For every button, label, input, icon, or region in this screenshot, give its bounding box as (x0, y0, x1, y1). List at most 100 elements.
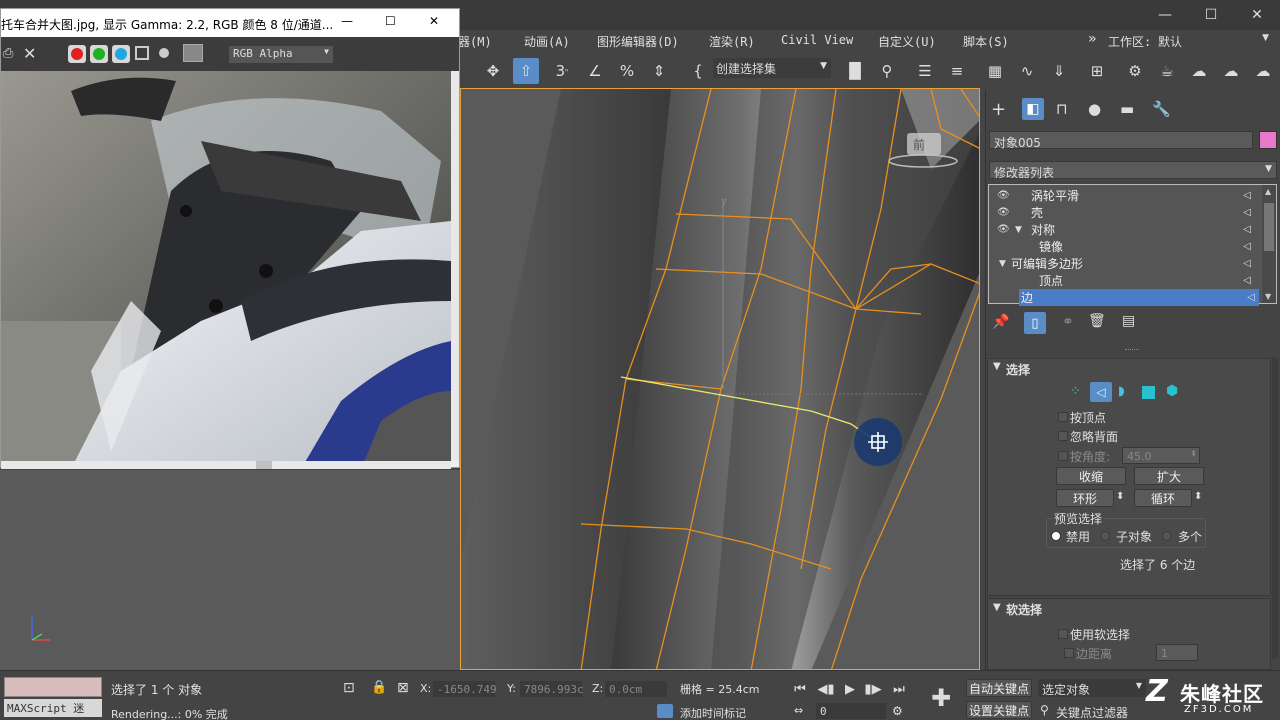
snaps-toggle-icon[interactable]: 3ⁿ (549, 58, 575, 84)
go-to-end-icon[interactable]: ⏭ (889, 680, 909, 698)
rendered-frame-icon[interactable]: ☁ (1186, 58, 1212, 84)
go-to-start-icon[interactable]: ⏮ (790, 680, 810, 698)
use-soft-selection-checkbox[interactable] (1058, 629, 1068, 639)
panel-splitter[interactable] (1125, 349, 1139, 351)
horizontal-scrollbar[interactable] (1, 461, 451, 469)
add-time-tag-label[interactable]: 添加时间标记 (680, 705, 746, 720)
ring-spinner-icon[interactable]: ⬍ (1116, 491, 1124, 502)
menu-scripting[interactable]: 脚本(S) (963, 33, 1009, 50)
set-key-button[interactable]: 设置关键点 (966, 701, 1032, 719)
move-icon[interactable]: ✥ (480, 58, 506, 84)
percent-snap-icon[interactable]: % (614, 58, 640, 84)
mirror-icon[interactable]: ▐▌ (842, 58, 868, 84)
viewport-perspective[interactable]: y 前 (460, 88, 980, 670)
motion-tab-icon[interactable]: ● (1088, 100, 1101, 118)
selection-rollout-title[interactable]: 选择 (1006, 361, 1030, 378)
ring-button[interactable]: 环形 (1056, 489, 1114, 507)
z-coord-field[interactable]: 0.0cm (605, 681, 667, 697)
remove-modifier-icon[interactable]: 🗑 (1088, 313, 1106, 329)
grow-button[interactable]: 扩大 (1134, 467, 1204, 485)
object-name-field[interactable]: 对象005 (989, 131, 1253, 150)
selected-object-dropdown[interactable]: 选定对象 ▼ (1038, 679, 1146, 697)
preview-multi-radio[interactable] (1162, 531, 1172, 541)
auto-key-button[interactable]: 自动关键点 (966, 679, 1032, 697)
menu-customize[interactable]: 自定义(U) (878, 33, 936, 50)
absolute-mode-icon[interactable]: ⊠ (397, 680, 409, 696)
create-tab-icon[interactable]: + (991, 99, 1006, 120)
angle-snap-icon[interactable]: ∠ (582, 58, 608, 84)
print-icon[interactable]: ⎙ (3, 46, 13, 61)
spinner-snap-icon[interactable]: ⇕ (646, 58, 672, 84)
object-color-swatch[interactable] (1259, 131, 1277, 149)
visibility-eye-icon[interactable]: 👁 (997, 190, 1011, 201)
y-coord-field[interactable]: 7896.993c (520, 681, 584, 697)
preview-subobject-radio[interactable] (1100, 531, 1110, 541)
stack-scrollbar[interactable]: ▲ ▼ (1262, 185, 1276, 303)
modifier-stack-item[interactable]: 👁 壳 ◁ (993, 204, 1259, 221)
vertex-mode-icon[interactable]: ⁘ (1070, 384, 1081, 399)
menu-graph-editors[interactable]: 图形编辑器(D) (597, 33, 679, 50)
play-icon[interactable]: ▶ (840, 680, 860, 698)
maximize-button[interactable]: ☐ (1188, 0, 1234, 30)
set-key-big-icon[interactable]: ✚ (926, 681, 956, 715)
close-button[interactable]: ✕ (429, 14, 439, 28)
key-filters-label[interactable]: 关键点过滤器 (1056, 704, 1128, 720)
image-window-titlebar[interactable]: 托车合并大图.jpg, 显示 Gamma: 2.2, RGB 颜色 8 位/通道… (1, 9, 459, 37)
named-selection-dropdown[interactable]: 创建选择集 ▼ (713, 58, 831, 78)
soft-selection-title[interactable]: 软选择 (1006, 601, 1042, 618)
workspace-dropdown[interactable]: 默认 ▼ (1155, 31, 1273, 51)
rendered-image-window[interactable]: 托车合并大图.jpg, 显示 Gamma: 2.2, RGB 颜色 8 位/通道… (0, 8, 460, 469)
maxscript-listener-pink[interactable] (4, 677, 102, 697)
align-icon[interactable]: ⚲ (874, 58, 900, 84)
by-angle-spinner[interactable]: 45.0 ⬍ (1122, 447, 1200, 464)
loop-spinner-icon[interactable]: ⬍ (1194, 491, 1202, 502)
menu-civil-view[interactable]: Civil View (781, 33, 853, 47)
key-mode-icon[interactable]: ⇔ (794, 704, 803, 717)
edge-mode-icon[interactable]: ◁ (1090, 382, 1112, 402)
edge-distance-checkbox[interactable] (1064, 648, 1074, 658)
vertical-scrollbar[interactable] (451, 71, 459, 461)
render-setup-icon[interactable]: ☕ (1154, 58, 1180, 84)
render-iterative-icon[interactable]: ☁ (1250, 58, 1276, 84)
lock-selection-icon[interactable]: 🔒 (371, 680, 387, 695)
chevron-down-icon[interactable]: ▼ (993, 361, 1001, 372)
monochrome-icon[interactable] (159, 48, 169, 58)
dope-sheet-icon[interactable]: ⇓ (1046, 58, 1072, 84)
visibility-eye-icon[interactable]: 👁 (997, 207, 1011, 218)
render-production-icon[interactable]: ☁ (1218, 58, 1244, 84)
alpha-channel-icon[interactable] (135, 46, 149, 60)
time-tag-icon[interactable] (657, 704, 673, 718)
modifier-stack-item[interactable]: ▼ 可编辑多边形 ◁ (993, 255, 1259, 272)
edge-distance-spinner[interactable]: 1 (1156, 644, 1198, 661)
ignore-backfacing-checkbox[interactable] (1058, 431, 1068, 441)
maximize-button[interactable]: ☐ (385, 14, 396, 28)
time-config-icon[interactable]: ⚙ (892, 704, 903, 718)
channel-dropdown[interactable]: RGB Alpha ▼ (229, 46, 333, 63)
by-angle-checkbox[interactable] (1058, 451, 1068, 461)
isolate-selection-icon[interactable]: ⊡ (343, 680, 355, 696)
shrink-button[interactable]: 收缩 (1056, 467, 1126, 485)
border-mode-icon[interactable]: ◗ (1118, 384, 1125, 399)
modifier-stack-item[interactable]: 镜像 ◁ (993, 238, 1259, 255)
minimize-button[interactable]: — (1142, 0, 1188, 30)
layer-explorer-icon[interactable]: ≡ (944, 58, 970, 84)
red-channel-toggle[interactable] (68, 45, 86, 63)
expand-toggle-icon[interactable]: ▼ (1015, 225, 1022, 235)
close-button[interactable]: ✕ (1234, 0, 1280, 30)
hierarchy-tab-icon[interactable]: ⊓ (1056, 100, 1068, 118)
configure-sets-icon[interactable]: ▤ (1122, 313, 1135, 329)
select-place-icon[interactable]: ⇧ (513, 58, 539, 84)
utilities-tab-icon[interactable]: 🔧 (1152, 100, 1171, 118)
background-swatch[interactable] (183, 44, 203, 62)
ribbon-toggle-icon[interactable]: ▦ (982, 58, 1008, 84)
previous-frame-icon[interactable]: ◀▮ (816, 680, 836, 698)
next-frame-icon[interactable]: ▮▶ (863, 680, 883, 698)
current-frame-spinner[interactable]: 0 (816, 703, 886, 719)
make-unique-icon[interactable]: ⚭ (1062, 314, 1074, 330)
modifier-stack[interactable]: 👁 涡轮平滑 ◁ 👁 壳 ◁ 👁 ▼ 对称 ◁ 镜像 ◁ ▼ 可编辑多边形 ◁ 顶点 ◁ 边 ◁ ▲ ▼ (988, 184, 1277, 306)
polygon-mode-icon[interactable] (1142, 386, 1155, 399)
modifier-stack-item[interactable]: 边 ◁ (1019, 289, 1259, 306)
schematic-view-icon[interactable]: ⊞ (1084, 58, 1110, 84)
visibility-eye-icon[interactable]: 👁 (997, 224, 1011, 235)
x-coord-field[interactable]: -1650.749 (433, 681, 497, 697)
